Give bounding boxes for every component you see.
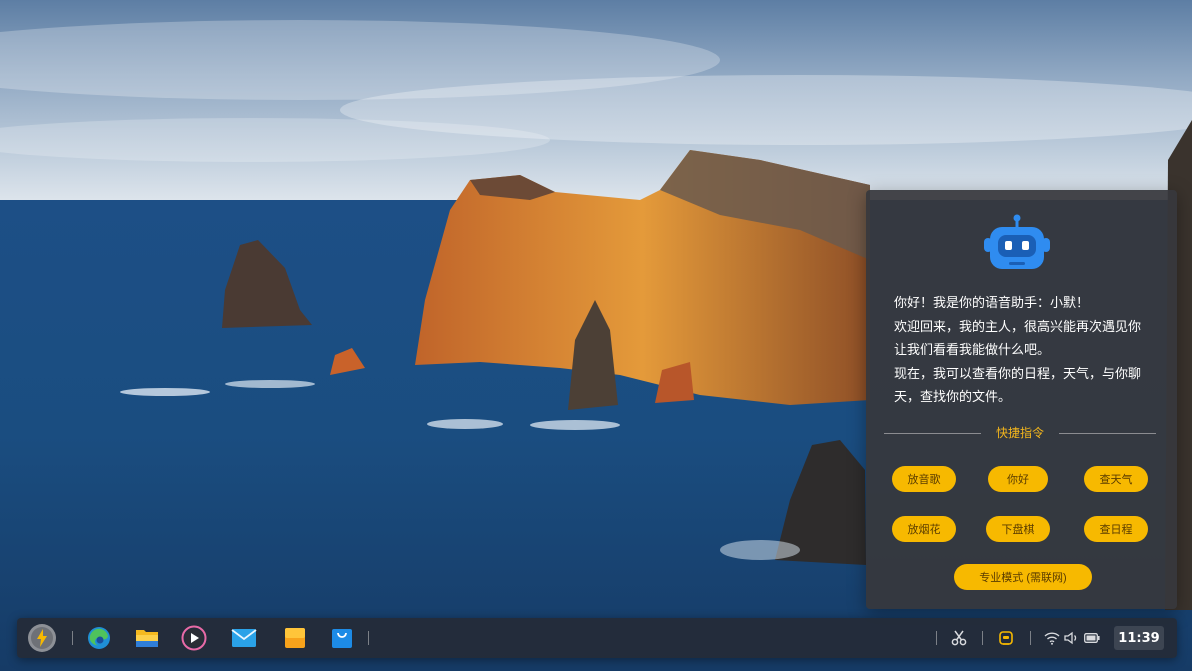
taskbar-separator: [936, 631, 937, 645]
media-player-icon: [181, 625, 207, 651]
mail-button[interactable]: [228, 622, 260, 654]
battery-tray-button[interactable]: [1083, 622, 1101, 654]
launcher-icon: [28, 624, 56, 652]
notes-icon: [285, 628, 305, 648]
edge-browser-button[interactable]: [83, 622, 115, 654]
notes-button[interactable]: [279, 622, 311, 654]
quick-commands-header: 快捷指令: [884, 424, 1156, 442]
greeting-line: 欢迎回来，我的主人，很高兴能再次遇见你: [894, 319, 1142, 335]
assistant-tray-button[interactable]: [990, 622, 1022, 654]
taskbar-clock[interactable]: 11:39: [1114, 626, 1164, 650]
screenshot-icon: [951, 630, 967, 646]
file-manager-button[interactable]: [131, 622, 163, 654]
wifi-icon: [1044, 632, 1060, 645]
greeting-line: 让我们看看我能做什么吧。: [894, 343, 1051, 358]
battery-icon: [1084, 633, 1100, 643]
quick-commands-title: 快捷指令: [995, 426, 1044, 440]
greeting-line: 现在，我可以查看你的日程，天气，与你聊: [894, 366, 1142, 382]
greeting-line: 你好！我是你的语音助手：小默！: [894, 296, 1090, 311]
app-store-icon: [332, 629, 352, 648]
app-store-button[interactable]: [326, 622, 358, 654]
robot-assistant-icon: [984, 214, 1050, 269]
wifi-tray-button[interactable]: [1043, 622, 1061, 654]
command-play-music-button[interactable]: 放音歌: [892, 466, 956, 492]
launcher-button[interactable]: [26, 622, 58, 654]
media-player-button[interactable]: [178, 622, 210, 654]
screenshot-tray-button[interactable]: [943, 622, 975, 654]
assistant-icon: [999, 631, 1013, 645]
taskbar-separator: [1030, 631, 1031, 645]
taskbar-separator: [368, 631, 369, 645]
divider: [884, 433, 981, 434]
volume-icon: [1064, 631, 1077, 645]
taskbar: 11:39: [17, 618, 1177, 658]
pro-mode-button[interactable]: 专业模式 (需联网): [954, 564, 1092, 590]
greeting-line: 天，查找你的文件。: [894, 390, 1012, 405]
volume-tray-button[interactable]: [1063, 622, 1081, 654]
taskbar-separator: [72, 631, 73, 645]
file-manager-icon: [136, 630, 158, 647]
edge-browser-icon: [88, 627, 110, 649]
command-hello-button[interactable]: 你好: [988, 466, 1048, 492]
divider: [1059, 433, 1156, 434]
assistant-greeting: 你好！我是你的语音助手：小默！ 欢迎回来，我的主人，很高兴能再次遇见你 让我们看…: [894, 292, 1164, 410]
command-chess-button[interactable]: 下盘棋: [986, 516, 1050, 542]
command-fireworks-button[interactable]: 放烟花: [892, 516, 956, 542]
taskbar-separator: [982, 631, 983, 645]
voice-assistant-panel: 你好！我是你的语音助手：小默！ 欢迎回来，我的主人，很高兴能再次遇见你 让我们看…: [866, 190, 1177, 609]
command-weather-button[interactable]: 查天气: [1084, 466, 1148, 492]
command-schedule-button[interactable]: 查日程: [1084, 516, 1148, 542]
mail-icon: [231, 629, 257, 647]
